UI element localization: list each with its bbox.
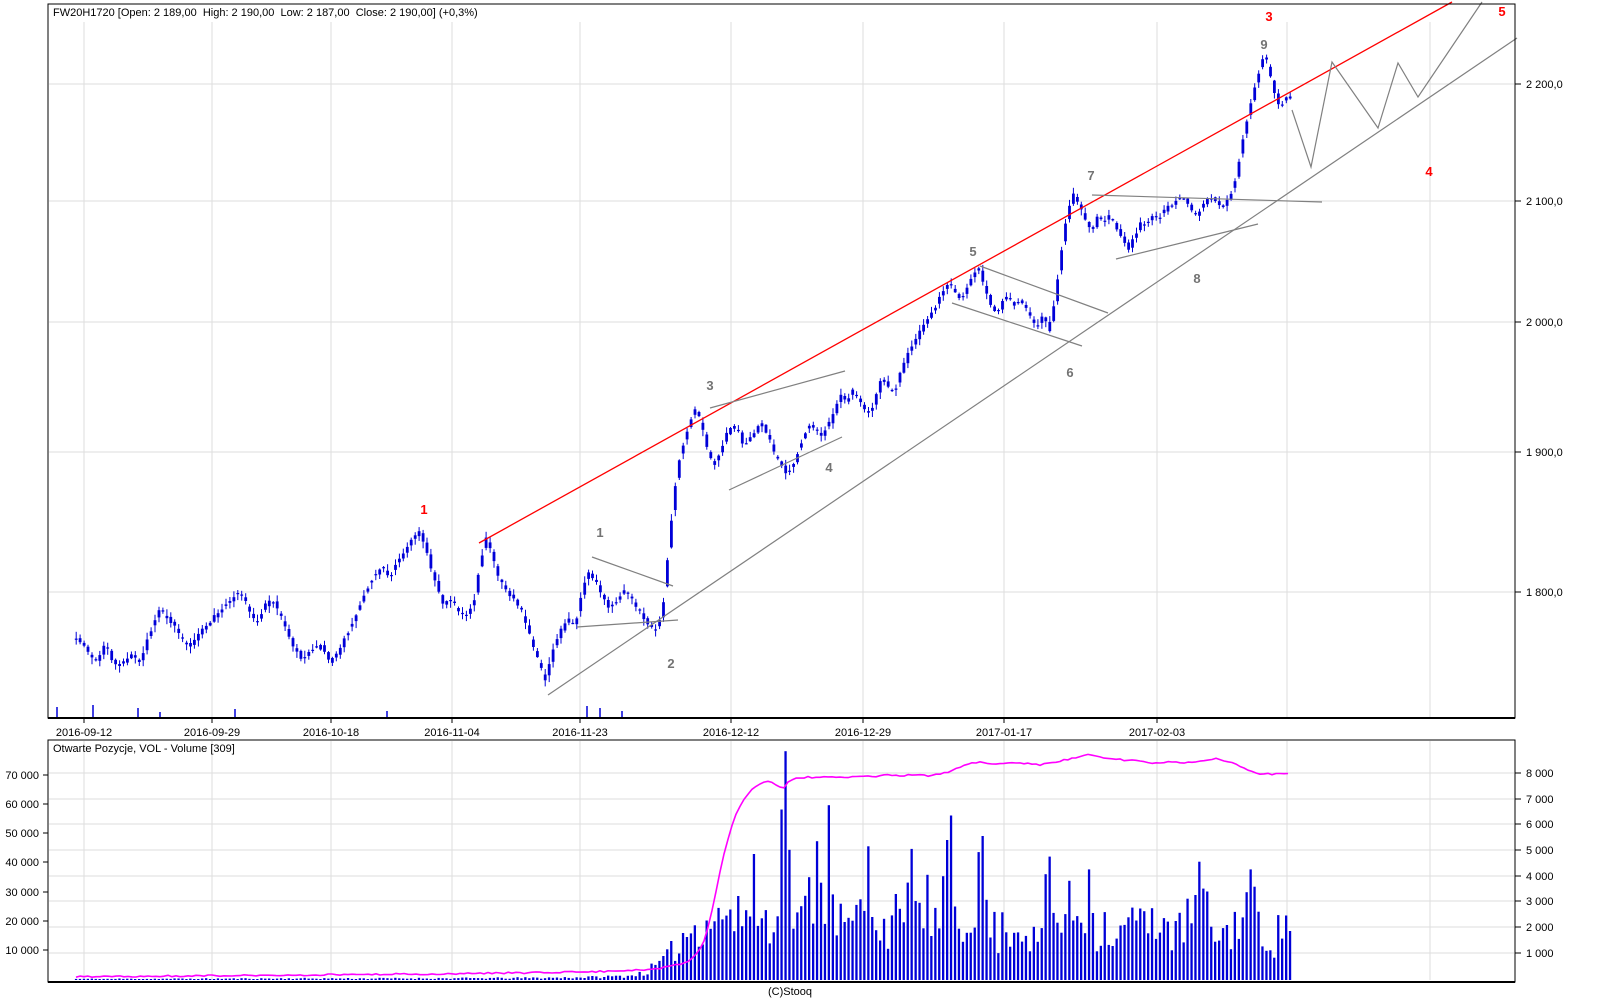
svg-text:2 000: 2 000 [1526, 922, 1554, 934]
price-panel-title: FW20H1720 [Open: 2 189,00 High: 2 190,00… [53, 7, 478, 19]
svg-text:1 000: 1 000 [1526, 948, 1554, 960]
wave5-flag-lower [951, 302, 1083, 347]
svg-text:3: 3 [1265, 9, 1272, 24]
chart-canvas[interactable]: 1 3 4 5 1 2 3 4 5 6 7 8 9 2 200,0 2 100,0 2 000,0 1 900,… [0, 0, 1600, 1000]
svg-text:2 200,0: 2 200,0 [1526, 79, 1563, 91]
svg-text:4: 4 [1425, 164, 1433, 179]
wave1-wedge-lower [576, 619, 679, 628]
svg-text:20 000: 20 000 [5, 916, 39, 928]
svg-text:30 000: 30 000 [5, 887, 39, 899]
svg-text:7: 7 [1087, 168, 1094, 183]
svg-text:1 800,0: 1 800,0 [1526, 587, 1563, 599]
volume-bars [74, 751, 1292, 980]
svg-text:10 000: 10 000 [5, 945, 39, 957]
svg-text:1 900,0: 1 900,0 [1526, 447, 1563, 459]
wave8-support [1115, 223, 1259, 260]
svg-text:2017-02-03: 2017-02-03 [1129, 727, 1185, 739]
svg-text:5: 5 [1498, 4, 1505, 19]
svg-text:6: 6 [1066, 365, 1073, 380]
svg-text:2016-12-29: 2016-12-29 [835, 727, 891, 739]
svg-text:8 000: 8 000 [1526, 768, 1554, 780]
wave-labels: 1 3 4 5 1 2 3 4 5 6 7 8 9 [420, 4, 1505, 671]
volume-panel-title: Otwarte Pozycje, VOL - Volume [309] [53, 743, 235, 755]
svg-text:2016-09-12: 2016-09-12 [56, 727, 112, 739]
axes: 2 200,0 2 100,0 2 000,0 1 900,0 1 800,0 2016-… [5, 3, 1563, 983]
early-volume-ticks [56, 705, 623, 717]
svg-text:6 000: 6 000 [1526, 819, 1554, 831]
svg-text:50 000: 50 000 [5, 828, 39, 840]
svg-text:4: 4 [825, 460, 833, 475]
trendlines [478, 1, 1518, 696]
svg-text:2016-10-18: 2016-10-18 [303, 727, 359, 739]
svg-text:5: 5 [969, 244, 976, 259]
svg-text:2016-11-04: 2016-11-04 [424, 727, 479, 739]
svg-text:3 000: 3 000 [1526, 896, 1554, 908]
svg-text:7 000: 7 000 [1526, 794, 1554, 806]
svg-text:2017-01-17: 2017-01-17 [976, 727, 1032, 739]
svg-text:1: 1 [596, 525, 603, 540]
svg-text:2: 2 [667, 656, 674, 671]
svg-text:2016-12-12: 2016-12-12 [703, 727, 759, 739]
svg-text:4 000: 4 000 [1526, 871, 1554, 883]
svg-text:40 000: 40 000 [5, 857, 39, 869]
credit-stooq: (C)Stooq [767, 986, 813, 998]
svg-text:9: 9 [1260, 37, 1267, 52]
svg-text:8: 8 [1193, 271, 1200, 286]
stooq-chart-window: 1 3 4 5 1 2 3 4 5 6 7 8 9 2 200,0 2 100,0 2 000,0 1 900,… [0, 0, 1600, 1000]
svg-text:2 100,0: 2 100,0 [1526, 196, 1563, 208]
svg-text:2016-09-29: 2016-09-29 [184, 727, 240, 739]
svg-text:3: 3 [706, 378, 713, 393]
svg-text:2 000,0: 2 000,0 [1526, 317, 1563, 329]
gray-channel-support [547, 37, 1518, 696]
wave1-wedge-upper [591, 556, 674, 587]
svg-text:60 000: 60 000 [5, 799, 39, 811]
wave5-flag-upper [979, 265, 1109, 314]
svg-text:2016-11-23: 2016-11-23 [552, 727, 607, 739]
red-resistance-line [478, 1, 1453, 544]
svg-text:70 000: 70 000 [5, 770, 39, 782]
svg-text:5 000: 5 000 [1526, 845, 1554, 857]
svg-text:1: 1 [420, 502, 427, 517]
